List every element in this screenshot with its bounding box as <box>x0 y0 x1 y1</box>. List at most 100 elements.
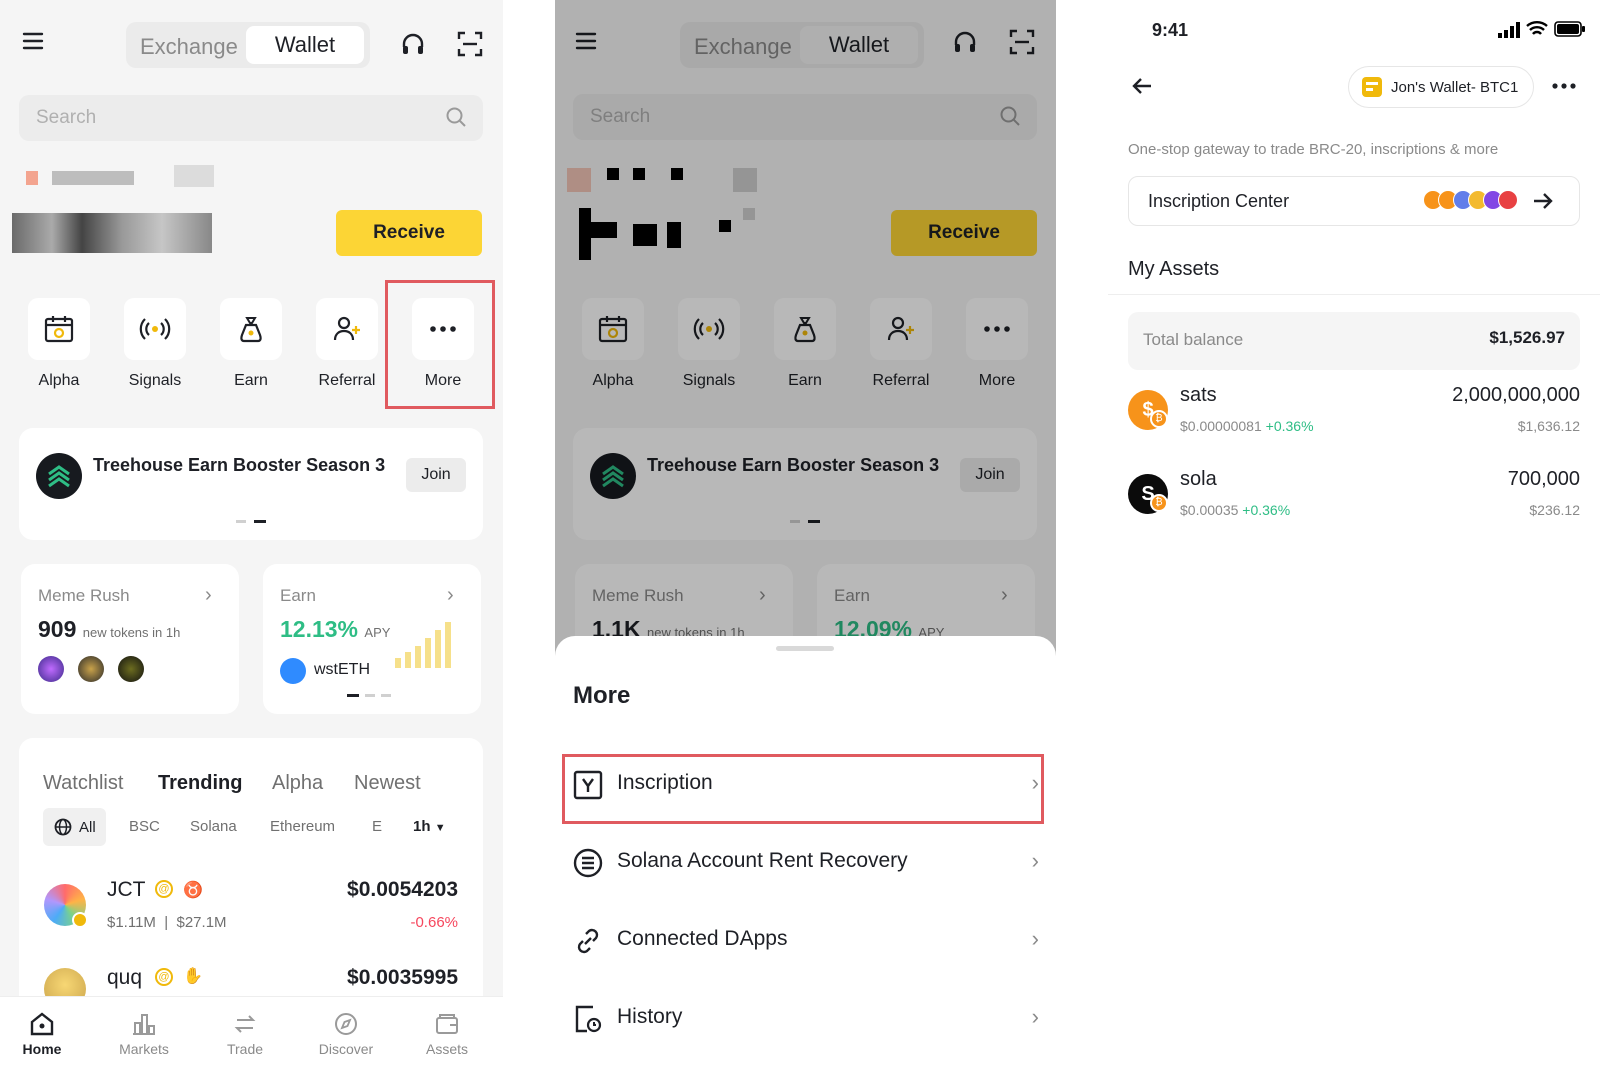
meme-rush-count: 909 new tokens in 1h <box>38 616 181 642</box>
menu-icon[interactable] <box>22 30 44 52</box>
asset-name: sats <box>1180 384 1217 406</box>
carousel-indicator <box>347 694 391 697</box>
bottom-nav: Home Markets Trade Discover Assets <box>0 996 503 1070</box>
caret-down-icon: ▼ <box>434 822 446 834</box>
nav-trade[interactable]: Trade <box>205 1011 285 1057</box>
hand-wave-icon: ✋ <box>183 968 203 985</box>
menu-item-label: Solana Account Rent Recovery <box>617 849 908 872</box>
quick-action-label: Alpha <box>38 372 80 389</box>
back-arrow-icon[interactable] <box>1130 74 1154 98</box>
my-assets-heading: My Assets <box>1128 258 1220 280</box>
filter-solana[interactable]: Solana <box>190 818 237 835</box>
alpha-badge-icon: @ <box>155 968 173 986</box>
money-bag-icon <box>240 317 262 343</box>
token-stats: $1.11M | $27.1M <box>107 914 227 931</box>
status-time: 9:41 <box>1152 20 1189 40</box>
home-screen-more-sheet: Exchange Wallet Search Receive Alpha Sig… <box>555 0 1056 1070</box>
sheet-handle[interactable] <box>776 646 834 651</box>
chevron-right-icon: › <box>205 584 212 606</box>
tab-alpha[interactable]: Alpha <box>272 772 323 795</box>
token-price: $0.0035995 <box>347 966 458 989</box>
inscription-screen: 9:41 Jon's Wallet- BTC1 One-stop gateway… <box>1108 0 1600 1070</box>
filter-ethereum[interactable]: Ethereum <box>270 818 335 835</box>
token-name: JCT <box>107 878 146 901</box>
asset-price: $0.00000081 +0.36% <box>1180 418 1314 434</box>
earn-title: Earn <box>280 586 316 605</box>
join-button[interactable]: Join <box>406 458 466 492</box>
interval-select[interactable]: 1h ▼ <box>413 818 446 835</box>
nav-assets[interactable]: Assets <box>407 1011 487 1057</box>
quick-action-signals[interactable]: Signals <box>115 298 195 390</box>
tab-wallet[interactable]: Wallet <box>246 26 364 64</box>
globe-icon <box>54 818 72 836</box>
chevron-right-icon: › <box>1031 926 1039 951</box>
filter-all[interactable]: All <box>43 808 106 846</box>
battery-icon <box>1554 21 1585 37</box>
token-avatar <box>38 656 64 682</box>
chevron-right-icon: › <box>1031 848 1039 873</box>
meme-rush-card[interactable]: Meme Rush › 909 new tokens in 1h <box>21 564 239 714</box>
divider <box>1108 294 1600 295</box>
scan-icon[interactable] <box>456 30 484 58</box>
token-avatar <box>118 656 144 682</box>
earn-card[interactable]: Earn › 12.13% APY wstETH <box>263 564 481 714</box>
wallet-yellow-icon <box>1362 77 1382 97</box>
cellular-signal-icon <box>1498 22 1520 38</box>
asset-usd-value: $1,636.12 <box>1517 418 1580 434</box>
banner-title: Treehouse Earn Booster Season 3 <box>93 455 386 475</box>
inscription-center-card[interactable]: Inscription Center <box>1128 176 1580 226</box>
wallet-name: Jon's Wallet- BTC1 <box>1391 78 1519 96</box>
total-balance-value: $1,526.97 <box>1489 328 1565 347</box>
menu-item-solana-rent-recovery[interactable]: Solana Account Rent Recovery › <box>573 832 1039 892</box>
nav-markets[interactable]: Markets <box>104 1011 184 1057</box>
trade-icon <box>234 1015 256 1033</box>
more-dots-icon[interactable] <box>1552 82 1576 90</box>
quick-action-alpha[interactable]: Alpha <box>19 298 99 390</box>
more-bottom-sheet: More Inscription › Solana Account Rent R… <box>555 636 1056 1070</box>
arrow-right-icon <box>1534 193 1553 209</box>
menu-item-connected-dapps[interactable]: Connected DApps › <box>573 910 1039 970</box>
quick-action-label: Referral <box>318 372 376 389</box>
asset-name: sola <box>1180 468 1217 490</box>
receive-button[interactable]: Receive <box>336 210 482 256</box>
asset-amount: 700,000 <box>1507 468 1580 490</box>
menu-item-label: History <box>617 1005 683 1028</box>
hands-badge-icon: ♉ <box>183 882 203 899</box>
quick-action-earn[interactable]: Earn <box>211 298 291 390</box>
interval-value: 1h <box>413 818 431 835</box>
sheet-title: More <box>573 682 631 709</box>
wallet-icon <box>436 1014 458 1034</box>
apy-bars-icon <box>395 622 451 668</box>
filter-more[interactable]: E <box>372 818 382 835</box>
wallet-selector[interactable]: Jon's Wallet- BTC1 <box>1348 66 1534 108</box>
bitcoin-badge-icon: ₿ <box>1150 494 1168 512</box>
filter-bsc[interactable]: BSC <box>129 818 160 835</box>
tab-exchange[interactable]: Exchange <box>140 34 238 60</box>
quick-action-label: Signals <box>128 372 182 389</box>
home-icon <box>30 1012 54 1036</box>
asset-price: $0.00035 +0.36% <box>1180 502 1291 518</box>
tab-trending[interactable]: Trending <box>158 772 242 795</box>
menu-item-history[interactable]: History › <box>573 988 1039 1048</box>
nav-discover[interactable]: Discover <box>306 1011 386 1057</box>
tab-watchlist[interactable]: Watchlist <box>43 772 123 795</box>
token-name: quq <box>107 966 143 989</box>
wifi-icon <box>1526 21 1548 35</box>
tab-newest[interactable]: Newest <box>354 772 421 795</box>
quick-action-label: Earn <box>234 372 268 389</box>
token-avatar <box>78 656 104 682</box>
token-icons-group <box>1423 190 1519 212</box>
exchange-wallet-toggle: Exchange Wallet <box>126 22 370 68</box>
avalanche-icon <box>1498 190 1518 210</box>
nav-home[interactable]: Home <box>2 1011 82 1057</box>
chain-badge-icon <box>72 912 88 928</box>
add-user-icon <box>333 316 360 341</box>
quick-action-referral[interactable]: Referral <box>307 298 387 390</box>
home-screen: Exchange Wallet Search Receive Alpha Sig… <box>0 0 503 1070</box>
asset-amount: 2,000,000,000 <box>1452 384 1580 406</box>
search-input[interactable]: Search <box>19 95 483 141</box>
headset-icon[interactable] <box>399 30 427 58</box>
promo-banner[interactable]: Treehouse Earn Booster Season 3 Join <box>19 428 483 540</box>
signal-broadcast-icon <box>139 318 171 340</box>
chevron-right-icon: › <box>1031 1004 1039 1029</box>
